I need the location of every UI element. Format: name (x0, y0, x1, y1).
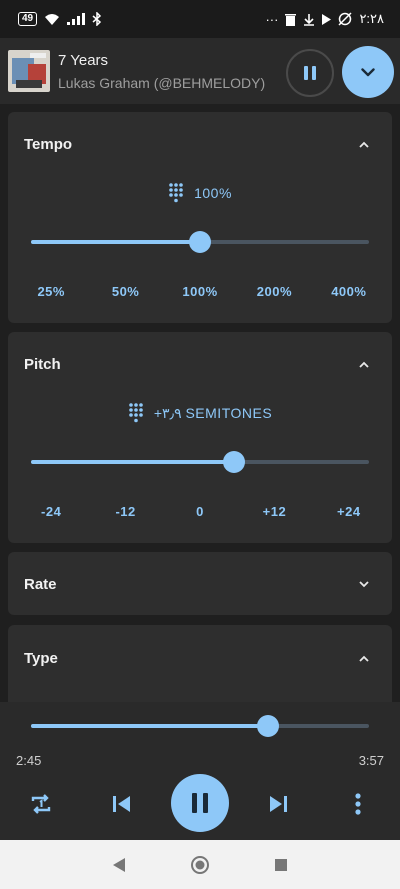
rate-expand-button[interactable] (356, 576, 372, 592)
more-vert-icon (355, 793, 361, 815)
seek-bar-fill (31, 724, 268, 728)
tempo-preset-100[interactable]: 100% (163, 284, 237, 299)
rate-card[interactable]: Rate (8, 552, 392, 615)
chevron-up-icon (359, 361, 369, 368)
alarm-off-icon (338, 12, 352, 26)
status-bar: 49 ··· ۲:۲۸ (0, 0, 400, 38)
pause-icon (304, 66, 316, 80)
tempo-preset-50[interactable]: 50% (88, 284, 162, 299)
recents-icon[interactable] (274, 858, 288, 872)
play-pause-button[interactable] (171, 774, 229, 832)
chevron-down-icon (359, 580, 369, 587)
type-collapse-button[interactable] (356, 650, 372, 666)
player-controls: 2:45 3:57 (0, 702, 400, 840)
pitch-preset-0[interactable]: 0 (163, 504, 237, 519)
signal-icon (67, 13, 86, 25)
more-notifications-icon: ··· (265, 11, 279, 27)
now-playing-bar[interactable]: 7 Years Lukas Graham (@BEHMELODY) (0, 38, 400, 104)
dialpad-icon (169, 183, 183, 203)
total-time: 3:57 (358, 753, 384, 768)
repeat-one-icon (31, 794, 51, 814)
pitch-preset-plus-24[interactable]: +24 (312, 504, 386, 519)
pitch-card: Pitch +۳٫۹ SEMITONES -24 -12 0 +12 +24 (8, 332, 392, 543)
back-icon[interactable] (112, 857, 126, 873)
repeat-button[interactable] (26, 790, 56, 818)
album-art[interactable] (8, 50, 50, 92)
chevron-down-icon (361, 67, 375, 76)
bluetooth-icon (92, 12, 102, 26)
tempo-value[interactable]: 100% (194, 185, 232, 201)
pitch-collapse-button[interactable] (356, 356, 372, 372)
collapse-player-button[interactable] (342, 46, 394, 98)
trash-icon (285, 13, 297, 26)
chevron-up-icon (359, 655, 369, 662)
seek-bar[interactable] (31, 715, 369, 737)
pitch-preset-minus-24[interactable]: -24 (14, 504, 88, 519)
rate-header: Rate (24, 576, 57, 593)
play-notification-icon (322, 13, 332, 25)
tempo-preset-400[interactable]: 400% (312, 284, 386, 299)
skip-next-icon (270, 796, 287, 812)
tempo-preset-200[interactable]: 200% (237, 284, 311, 299)
pitch-slider-fill (31, 460, 234, 464)
tempo-presets: 25% 50% 100% 200% 400% (8, 284, 392, 299)
pitch-preset-minus-12[interactable]: -12 (88, 504, 162, 519)
clock: ۲:۲۸ (359, 11, 384, 26)
previous-button[interactable] (110, 792, 134, 816)
tempo-preset-25[interactable]: 25% (14, 284, 88, 299)
skip-previous-icon (113, 796, 130, 812)
dialpad-icon (129, 403, 143, 423)
next-button[interactable] (266, 792, 290, 816)
pause-icon (192, 793, 208, 813)
pitch-header: Pitch (24, 356, 61, 373)
wifi-icon (45, 13, 60, 25)
pitch-slider-thumb[interactable] (222, 451, 245, 473)
mini-pause-button[interactable] (286, 49, 334, 97)
pitch-value[interactable]: +۳٫۹ SEMITONES (154, 405, 272, 422)
tempo-header: Tempo (24, 136, 73, 153)
battery-icon: 49 (18, 12, 38, 26)
tempo-card: Tempo 100% 25% 50% 100% 200% 400% (8, 112, 392, 323)
tempo-collapse-button[interactable] (356, 136, 372, 152)
home-icon[interactable] (190, 855, 210, 875)
tempo-slider-thumb[interactable] (189, 231, 211, 253)
system-nav-bar (0, 840, 400, 889)
seek-bar-thumb[interactable] (256, 715, 279, 737)
tempo-slider[interactable] (31, 231, 369, 253)
more-options-button[interactable] (348, 790, 368, 818)
chevron-up-icon (359, 141, 369, 148)
download-icon (304, 13, 315, 26)
elapsed-time: 2:45 (16, 753, 42, 768)
tempo-slider-fill (31, 240, 200, 244)
type-header: Type (24, 650, 58, 667)
pitch-preset-plus-12[interactable]: +12 (237, 504, 311, 519)
pitch-presets: -24 -12 0 +12 +24 (8, 504, 392, 519)
pitch-slider[interactable] (31, 451, 369, 473)
